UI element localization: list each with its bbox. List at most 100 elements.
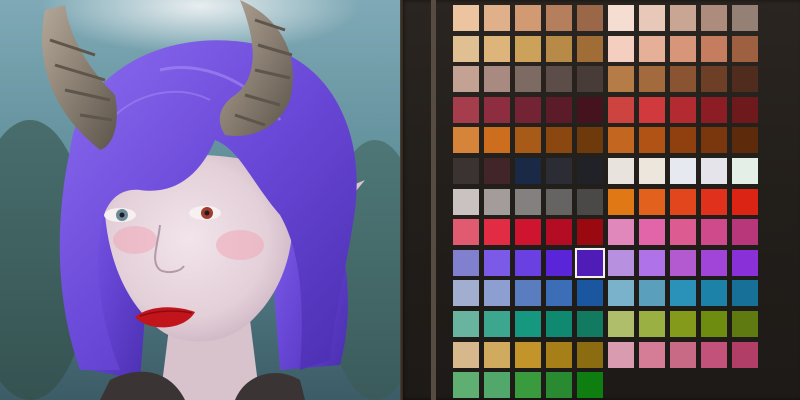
color-swatch[interactable] [608, 249, 634, 276]
color-swatch[interactable] [701, 249, 727, 276]
color-swatch[interactable] [732, 96, 758, 123]
color-swatch[interactable] [608, 96, 634, 123]
color-swatch[interactable] [608, 127, 634, 154]
color-swatch-selected[interactable] [575, 247, 605, 278]
color-swatch[interactable] [577, 127, 603, 154]
color-swatch[interactable] [670, 341, 696, 368]
color-swatch[interactable] [701, 188, 727, 215]
color-swatch[interactable] [484, 249, 510, 276]
color-swatch[interactable] [484, 5, 510, 31]
color-swatch[interactable] [546, 219, 572, 246]
color-swatch[interactable] [732, 127, 758, 154]
color-swatch[interactable] [484, 127, 510, 154]
color-swatch[interactable] [701, 127, 727, 154]
color-swatch[interactable] [608, 35, 634, 62]
color-swatch[interactable] [577, 372, 603, 399]
color-swatch[interactable] [515, 96, 541, 123]
color-swatch[interactable] [453, 5, 479, 31]
color-swatch[interactable] [608, 341, 634, 368]
palette-scrollbar[interactable] [431, 0, 436, 400]
color-swatch[interactable] [639, 249, 665, 276]
color-swatch[interactable] [701, 157, 727, 184]
color-swatch[interactable] [639, 96, 665, 123]
color-swatch[interactable] [546, 188, 572, 215]
color-swatch[interactable] [608, 219, 634, 246]
color-swatch[interactable] [670, 280, 696, 307]
color-swatch[interactable] [577, 219, 603, 246]
color-swatch[interactable] [732, 157, 758, 184]
color-swatch[interactable] [453, 280, 479, 307]
color-swatch[interactable] [670, 157, 696, 184]
color-swatch[interactable] [577, 96, 603, 123]
color-swatch[interactable] [670, 219, 696, 246]
color-swatch[interactable] [546, 341, 572, 368]
color-swatch[interactable] [484, 341, 510, 368]
color-swatch[interactable] [670, 35, 696, 62]
color-swatch[interactable] [546, 66, 572, 93]
color-swatch[interactable] [732, 249, 758, 276]
color-swatch[interactable] [453, 188, 479, 215]
color-swatch[interactable] [670, 249, 696, 276]
color-swatch[interactable] [608, 280, 634, 307]
color-swatch[interactable] [546, 372, 572, 399]
color-swatch[interactable] [608, 157, 634, 184]
color-swatch[interactable] [546, 35, 572, 62]
color-swatch[interactable] [515, 35, 541, 62]
color-swatch[interactable] [515, 280, 541, 307]
color-swatch[interactable] [608, 310, 634, 337]
color-swatch[interactable] [701, 219, 727, 246]
color-swatch[interactable] [639, 5, 665, 31]
color-swatch[interactable] [484, 310, 510, 337]
color-swatch[interactable] [670, 127, 696, 154]
color-swatch[interactable] [453, 157, 479, 184]
color-swatch[interactable] [577, 66, 603, 93]
color-swatch[interactable] [546, 249, 572, 276]
color-swatch[interactable] [670, 5, 696, 31]
color-swatch[interactable] [453, 249, 479, 276]
color-swatch[interactable] [515, 127, 541, 154]
color-swatch[interactable] [732, 280, 758, 307]
color-swatch[interactable] [546, 157, 572, 184]
color-swatch[interactable] [453, 127, 479, 154]
color-swatch[interactable] [484, 188, 510, 215]
color-swatch[interactable] [701, 35, 727, 62]
color-swatch[interactable] [608, 188, 634, 215]
color-swatch[interactable] [515, 341, 541, 368]
color-swatch[interactable] [546, 280, 572, 307]
color-swatch[interactable] [577, 5, 603, 31]
color-swatch[interactable] [608, 66, 634, 93]
color-swatch[interactable] [484, 35, 510, 62]
color-swatch[interactable] [546, 5, 572, 31]
color-swatch[interactable] [484, 372, 510, 399]
color-swatch[interactable] [608, 5, 634, 31]
color-swatch[interactable] [639, 341, 665, 368]
color-swatch[interactable] [639, 157, 665, 184]
color-swatch[interactable] [515, 66, 541, 93]
color-swatch[interactable] [577, 188, 603, 215]
color-swatch[interactable] [546, 96, 572, 123]
color-swatch[interactable] [701, 66, 727, 93]
color-swatch[interactable] [484, 96, 510, 123]
color-swatch[interactable] [701, 310, 727, 337]
color-swatch[interactable] [453, 96, 479, 123]
color-swatch[interactable] [515, 310, 541, 337]
color-swatch[interactable] [670, 66, 696, 93]
color-swatch[interactable] [515, 157, 541, 184]
color-swatch[interactable] [484, 219, 510, 246]
color-swatch[interactable] [577, 35, 603, 62]
color-swatch[interactable] [453, 66, 479, 93]
color-swatch[interactable] [577, 341, 603, 368]
color-swatch[interactable] [484, 66, 510, 93]
color-swatch[interactable] [701, 96, 727, 123]
color-swatch[interactable] [546, 127, 572, 154]
color-swatch[interactable] [577, 280, 603, 307]
color-swatch[interactable] [453, 219, 479, 246]
color-swatch[interactable] [453, 341, 479, 368]
color-swatch[interactable] [670, 188, 696, 215]
color-swatch[interactable] [732, 188, 758, 215]
color-swatch[interactable] [670, 310, 696, 337]
color-swatch[interactable] [639, 310, 665, 337]
color-swatch[interactable] [484, 280, 510, 307]
color-swatch[interactable] [484, 157, 510, 184]
color-swatch[interactable] [639, 127, 665, 154]
